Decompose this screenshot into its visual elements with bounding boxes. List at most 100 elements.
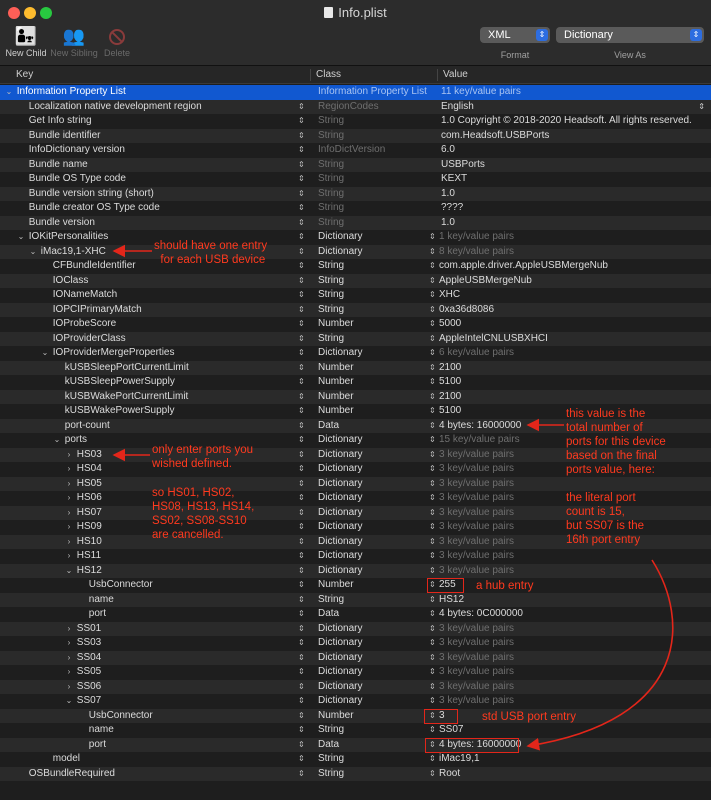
row-class[interactable]: Dictionary — [318, 549, 436, 564]
region-popup-icon[interactable]: ⇕ — [698, 100, 705, 115]
row-class[interactable]: String — [318, 303, 436, 318]
disclosure-closed-icon[interactable]: › — [64, 680, 74, 695]
plist-row[interactable]: port ⇕ Data ⇕ 4 bytes: 16000000 — [0, 737, 711, 753]
class-stepper-icon[interactable]: ⇕ — [298, 622, 305, 637]
value-stepper-icon[interactable]: ⇕ — [429, 375, 439, 390]
plist-row[interactable]: UsbConnector ⇕ Number ⇕ 3 — [0, 708, 711, 724]
disclosure-closed-icon[interactable]: › — [64, 549, 74, 564]
row-key-cell[interactable]: port — [0, 607, 306, 622]
row-value-cell[interactable]: ⇕ 3 key/value pairs — [429, 622, 697, 637]
disclosure-closed-icon[interactable]: › — [64, 477, 74, 492]
plist-row[interactable]: ⌄ IOKitPersonalities ⇕ Dictionary ⇕ 1 key/va… — [0, 230, 711, 245]
value-stepper-icon[interactable]: ⇕ — [429, 767, 439, 782]
value-stepper-icon[interactable]: ⇕ — [429, 288, 439, 303]
row-class[interactable]: Dictionary — [318, 651, 436, 666]
plist-row[interactable]: Bundle version ⇕ String 1.0 — [0, 215, 711, 230]
row-key-cell[interactable]: IONameMatch — [0, 288, 306, 303]
row-value-cell[interactable]: ⇕ Root — [429, 767, 697, 782]
view-as-popup[interactable]: Dictionary ⇕ — [556, 27, 704, 43]
row-value-cell[interactable]: ⇕ 5000 — [429, 317, 697, 332]
row-value-cell[interactable]: 1.0 Copyright © 2018-2020 Headsoft. All … — [441, 114, 709, 129]
row-class[interactable]: InfoDictVersion — [318, 143, 436, 158]
row-class[interactable]: Number — [318, 578, 436, 593]
row-class[interactable]: Number — [318, 404, 436, 419]
value-stepper-icon[interactable]: ⇕ — [429, 752, 439, 767]
disclosure-closed-icon[interactable]: › — [64, 448, 74, 463]
column-header-class[interactable]: Class — [316, 69, 341, 80]
row-value-cell[interactable]: ⇕ 3 key/value pairs — [429, 564, 697, 579]
row-class[interactable]: Number — [318, 375, 436, 390]
class-stepper-icon[interactable]: ⇕ — [298, 752, 305, 767]
class-stepper-icon[interactable]: ⇕ — [298, 230, 305, 245]
row-key-cell[interactable]: UsbConnector — [0, 578, 306, 593]
row-key-cell[interactable]: ⌄ SS07 — [0, 694, 306, 709]
plist-row[interactable]: kUSBSleepPowerSupply ⇕ Number ⇕ 5100 — [0, 375, 711, 390]
value-stepper-icon[interactable]: ⇕ — [429, 680, 439, 695]
row-value-cell[interactable]: com.Headsoft.USBPorts — [441, 129, 709, 144]
row-key-cell[interactable]: › SS05 — [0, 665, 306, 680]
class-stepper-icon[interactable]: ⇕ — [298, 462, 305, 477]
disclosure-closed-icon[interactable]: › — [64, 665, 74, 680]
row-class[interactable]: Number — [318, 709, 436, 724]
value-stepper-icon[interactable]: ⇕ — [429, 535, 439, 550]
row-value-cell[interactable]: ⇕ 2100 — [429, 361, 697, 376]
row-class[interactable]: Dictionary — [318, 564, 436, 579]
disclosure-closed-icon[interactable]: › — [64, 520, 74, 535]
plist-row[interactable]: OSBundleRequired ⇕ String ⇕ Root — [0, 766, 711, 782]
value-stepper-icon[interactable]: ⇕ — [429, 622, 439, 637]
row-class[interactable]: String — [318, 129, 436, 144]
row-value-cell[interactable]: ⇕ 1 key/value pairs — [429, 230, 697, 245]
row-value-cell[interactable]: ⇕ 3 key/value pairs — [429, 694, 697, 709]
row-key-cell[interactable]: Get Info string — [0, 114, 306, 129]
row-value-cell[interactable]: KEXT — [441, 172, 709, 187]
row-key-cell[interactable]: Bundle OS Type code — [0, 172, 306, 187]
row-class[interactable]: Data — [318, 607, 436, 622]
class-stepper-icon[interactable]: ⇕ — [298, 665, 305, 680]
row-value-cell[interactable]: ⇕ 3 key/value pairs — [429, 549, 697, 564]
row-value-cell[interactable]: ⇕ 255 — [429, 578, 697, 593]
class-stepper-icon[interactable]: ⇕ — [298, 143, 305, 158]
row-class[interactable]: Number — [318, 317, 436, 332]
plist-row[interactable]: ⌄ IOProviderMergeProperties ⇕ Dictionary ⇕ 6… — [0, 346, 711, 361]
row-class[interactable]: Number — [318, 390, 436, 405]
plist-row[interactable]: › SS04 ⇕ Dictionary ⇕ 3 key/value pairs — [0, 650, 711, 666]
row-key-cell[interactable]: › HS11 — [0, 549, 306, 564]
class-stepper-icon[interactable]: ⇕ — [298, 187, 305, 202]
class-stepper-icon[interactable]: ⇕ — [298, 491, 305, 506]
row-class[interactable]: String — [318, 752, 436, 767]
plist-row[interactable]: › SS01 ⇕ Dictionary ⇕ 3 key/value pairs — [0, 621, 711, 637]
class-stepper-icon[interactable]: ⇕ — [298, 390, 305, 405]
value-stepper-icon[interactable]: ⇕ — [429, 230, 439, 245]
plist-row[interactable]: › SS05 ⇕ Dictionary ⇕ 3 key/value pairs — [0, 665, 711, 680]
row-key-cell[interactable]: ⌄ Information Property List — [0, 85, 306, 100]
row-key-cell[interactable]: OSBundleRequired — [0, 767, 306, 782]
value-stepper-icon[interactable]: ⇕ — [429, 636, 439, 651]
row-key-cell[interactable]: port-count — [0, 419, 306, 434]
column-header-value[interactable]: Value — [443, 69, 468, 80]
row-class[interactable]: Dictionary — [318, 506, 436, 521]
value-stepper-icon[interactable]: ⇕ — [429, 361, 439, 376]
value-stepper-icon[interactable]: ⇕ — [429, 723, 439, 738]
new-sibling-button[interactable]: 👥 New Sibling — [50, 24, 98, 58]
disclosure-open-icon[interactable]: ⌄ — [28, 245, 38, 260]
value-stepper-icon[interactable]: ⇕ — [429, 404, 439, 419]
value-stepper-icon[interactable]: ⇕ — [429, 245, 439, 260]
disclosure-closed-icon[interactable]: › — [64, 636, 74, 651]
plist-row[interactable]: › SS06 ⇕ Dictionary ⇕ 3 key/value pairs — [0, 679, 711, 695]
plist-row[interactable]: name ⇕ String ⇕ SS07 — [0, 723, 711, 738]
class-stepper-icon[interactable]: ⇕ — [298, 288, 305, 303]
value-stepper-icon[interactable]: ⇕ — [429, 477, 439, 492]
plist-row[interactable]: model ⇕ String ⇕ iMac19,1 — [0, 752, 711, 767]
plist-row[interactable]: IONameMatch ⇕ String ⇕ XHC — [0, 288, 711, 303]
class-stepper-icon[interactable]: ⇕ — [298, 303, 305, 318]
row-value-cell[interactable]: ⇕ 2100 — [429, 390, 697, 405]
row-class[interactable]: String — [318, 723, 436, 738]
row-class[interactable]: Dictionary — [318, 230, 436, 245]
value-stepper-icon[interactable]: ⇕ — [429, 694, 439, 709]
disclosure-closed-icon[interactable]: › — [64, 506, 74, 521]
class-stepper-icon[interactable]: ⇕ — [298, 448, 305, 463]
row-class[interactable]: Data — [318, 738, 436, 753]
plist-row[interactable]: Bundle identifier ⇕ String com.Headsoft.USB… — [0, 128, 711, 144]
row-value-cell[interactable]: ⇕ SS07 — [429, 723, 697, 738]
disclosure-closed-icon[interactable]: › — [64, 651, 74, 666]
